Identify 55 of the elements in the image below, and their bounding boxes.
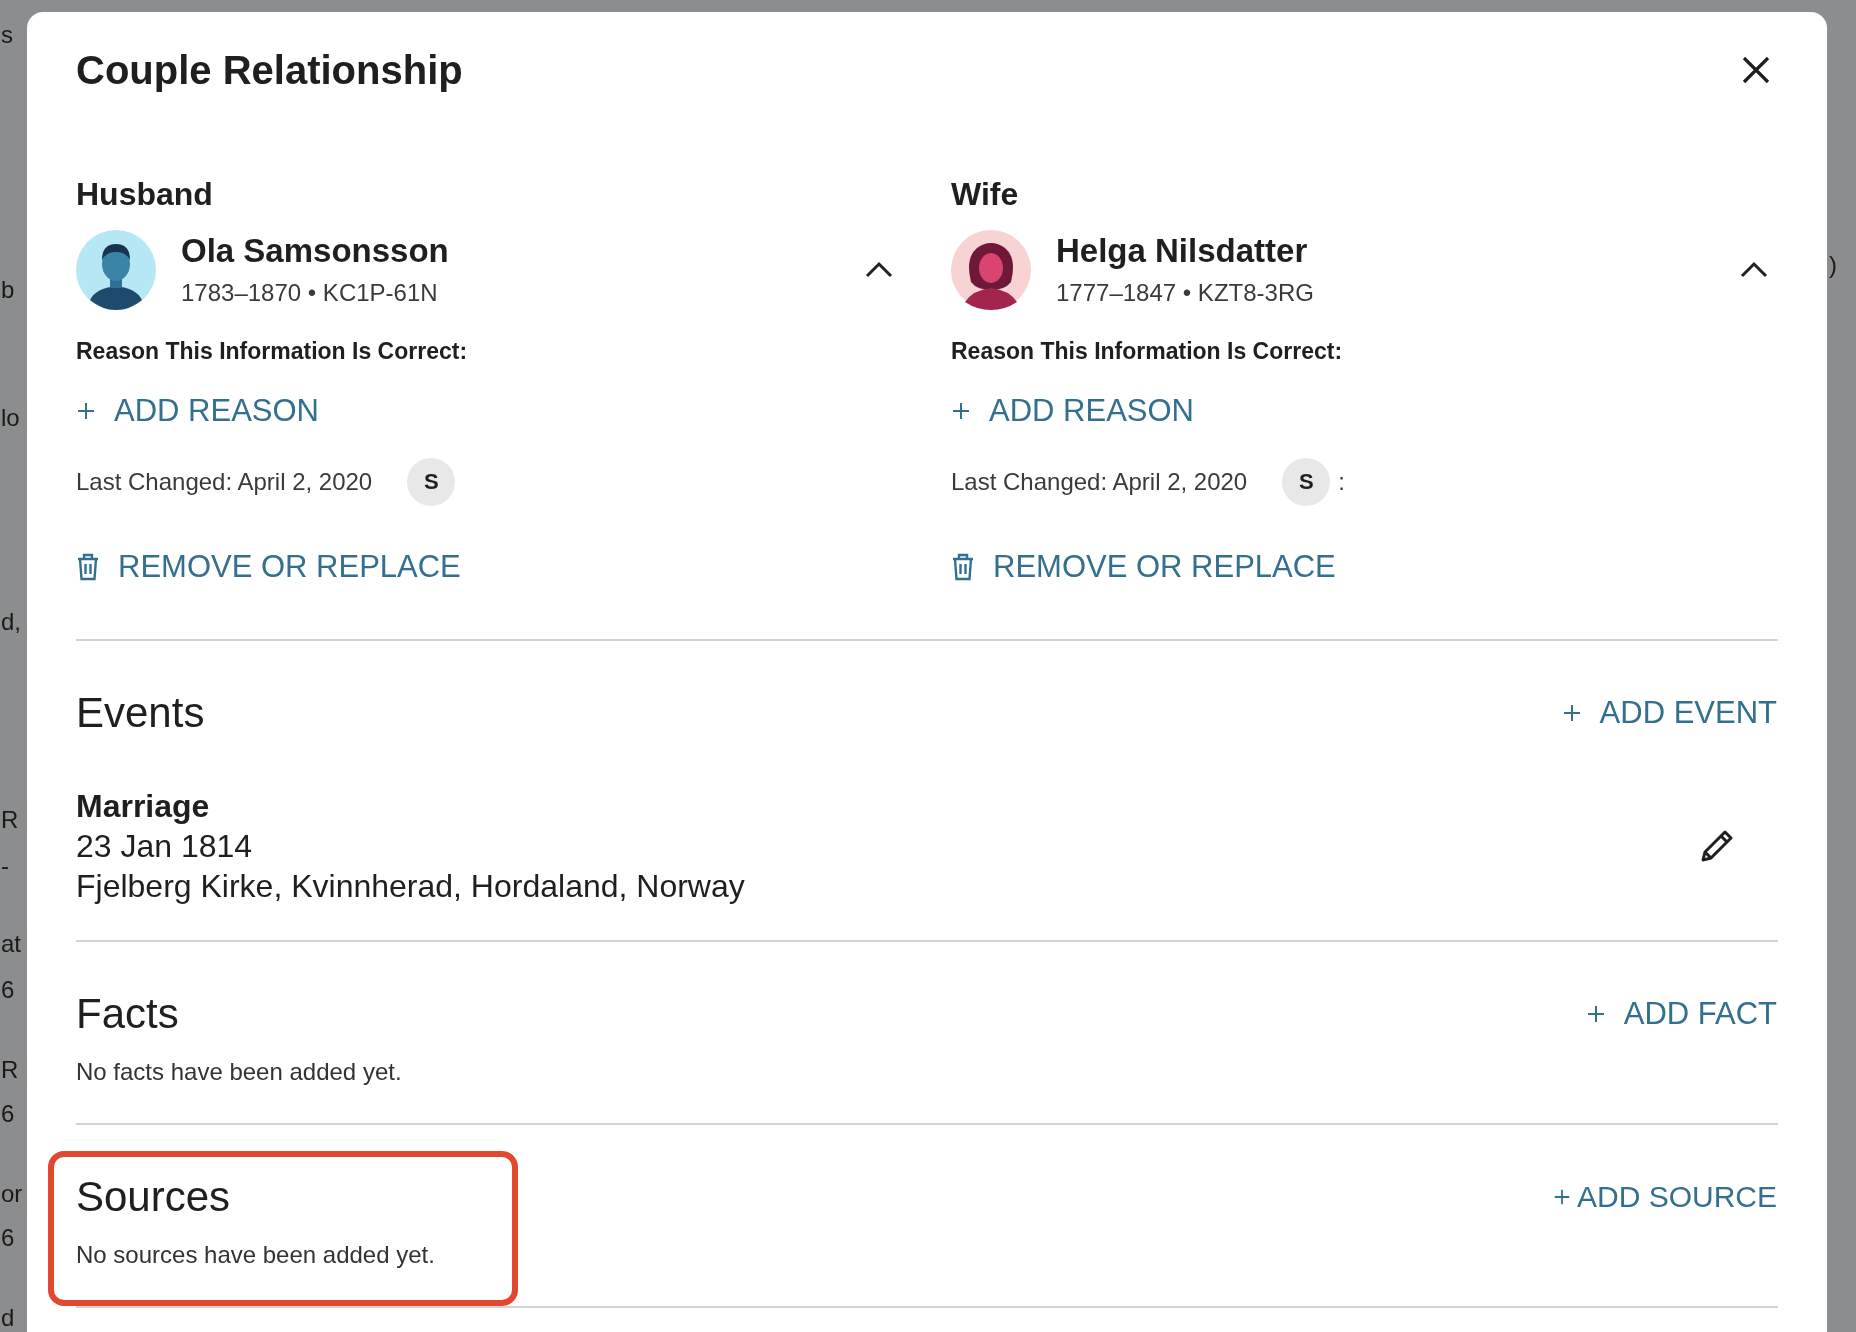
add-link[interactable]: ADD SOURCE <box>1552 1177 1777 1217</box>
person-details: 1777–1847 • KZT8-3RG <box>1056 278 1315 308</box>
plus-icon <box>951 401 971 421</box>
section-title: Facts <box>76 989 179 1039</box>
add-link[interactable]: ADD FACT <box>1585 994 1777 1034</box>
collapse-chevron-icon[interactable] <box>864 260 894 280</box>
background-text: or <box>1 1179 23 1209</box>
avatar-icon <box>951 230 1031 310</box>
contributor-badge[interactable]: S <box>407 458 456 506</box>
trash-icon <box>951 553 975 581</box>
person-name[interactable]: Helga Nilsdatter <box>1056 230 1739 272</box>
avatar-icon <box>76 230 156 310</box>
background-text: s <box>1 20 13 50</box>
event-place: Fjelberg Kirke, Kvinnherad, Hordaland, Norway <box>76 867 745 906</box>
last-changed-text: Last Changed: April 2, 2020 <box>951 468 1248 496</box>
remove-or-replace-link[interactable]: REMOVE OR REPLACE <box>76 547 461 587</box>
background-text: b <box>1 275 15 305</box>
role-label: Wife <box>951 175 1020 214</box>
background-text: R <box>1 805 19 835</box>
contributor-badge[interactable]: S <box>1282 458 1331 506</box>
dialog-title: Couple Relationship <box>76 47 463 93</box>
plus-icon <box>1561 703 1582 723</box>
background-text: 6 <box>1 975 15 1005</box>
plus-icon <box>76 401 96 421</box>
trash-icon <box>76 553 100 581</box>
background-text: 6 <box>1 1223 15 1253</box>
background-text: lo <box>1 403 20 433</box>
section-title: Events <box>76 688 205 738</box>
last-changed-text: Last Changed: April 2, 2020 <box>76 468 373 496</box>
event-date: 23 Jan 1814 <box>76 827 254 866</box>
role-label: Husband <box>76 175 214 214</box>
collapse-chevron-icon[interactable] <box>1739 260 1769 280</box>
background-text: - <box>1 851 9 881</box>
add-reason-link[interactable]: ADD REASON <box>76 391 319 431</box>
add-reason-link[interactable]: ADD REASON <box>951 391 1194 431</box>
background-text: d <box>1 1303 15 1332</box>
person-name[interactable]: Ola Samsonsson <box>181 230 864 272</box>
section-title: Sources <box>76 1172 231 1222</box>
reason-label: Reason This Information Is Correct: <box>951 337 1344 366</box>
background-text: R <box>1 1055 19 1085</box>
plus-icon <box>1585 1004 1606 1024</box>
event-type: Marriage <box>76 787 211 826</box>
close-icon[interactable] <box>1741 55 1771 85</box>
background-text: at <box>1 929 21 959</box>
add-link[interactable]: ADD EVENT <box>1561 693 1777 733</box>
plus-icon <box>1552 1188 1571 1206</box>
separator-text: : <box>1338 468 1345 496</box>
background-text: ) <box>1829 250 1837 280</box>
empty-message: No facts have been added yet. <box>76 1057 403 1087</box>
remove-or-replace-link[interactable]: REMOVE OR REPLACE <box>951 547 1336 587</box>
empty-message: No sources have been added yet. <box>76 1240 436 1270</box>
reason-label: Reason This Information Is Correct: <box>76 337 469 366</box>
background-text: d, <box>1 607 21 637</box>
background-text: 6 <box>1 1099 15 1129</box>
person-details: 1783–1870 • KC1P-61N <box>181 278 439 308</box>
